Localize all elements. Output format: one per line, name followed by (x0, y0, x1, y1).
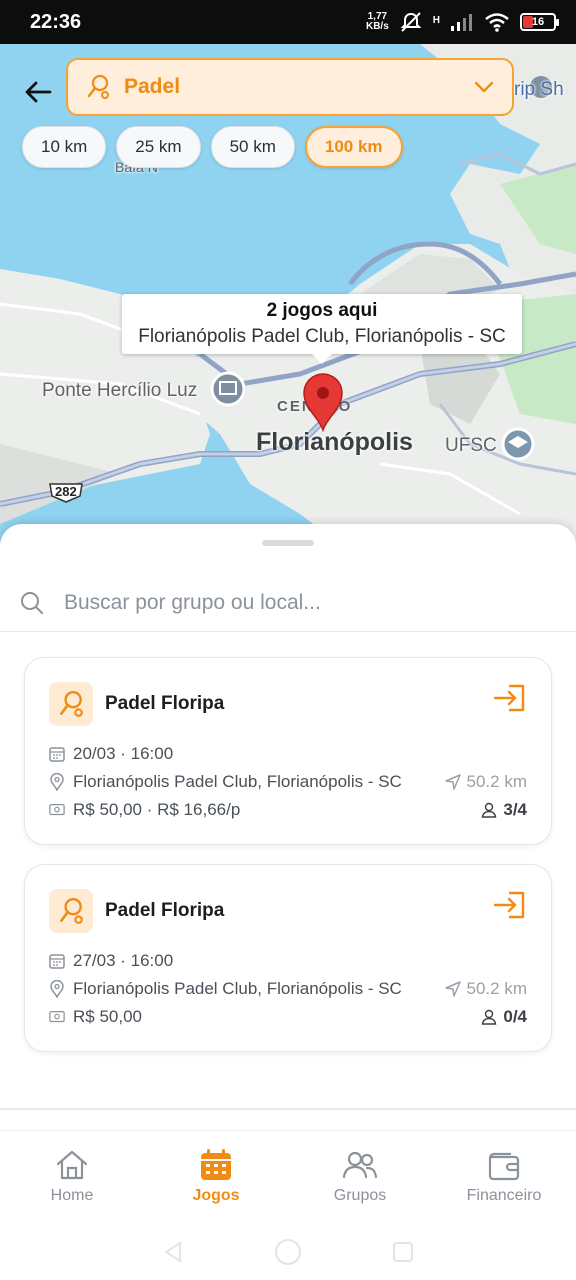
location-pin-icon (50, 773, 64, 791)
radius-chip-50km[interactable]: 50 km (210, 126, 295, 168)
system-back-icon[interactable] (162, 1241, 184, 1263)
radius-chip-25km[interactable]: 25 km (116, 126, 201, 168)
games-bottom-sheet: Buscar por grupo ou local... Padel Flori… (0, 524, 576, 1130)
game-players: 0/4 (481, 1007, 527, 1027)
user-icon (482, 802, 497, 818)
navigation-arrow-icon (444, 774, 461, 790)
calendar-icon (49, 954, 65, 969)
nav-label-jogos: Jogos (192, 1187, 240, 1204)
search-bar[interactable]: Buscar por grupo ou local... (0, 574, 576, 632)
map-label-city: Florianópolis (256, 428, 413, 456)
system-nav-bar (0, 1224, 576, 1280)
game-card[interactable]: Padel Floripa 20/03 · 16:00 Florianópoli… (24, 657, 552, 845)
game-group-name: Padel Floripa (105, 900, 225, 921)
system-home-icon[interactable] (274, 1238, 302, 1266)
info-window-title: 2 jogos aqui (266, 300, 378, 321)
money-icon (49, 804, 65, 816)
groups-icon (342, 1151, 378, 1179)
game-datetime: 27/03 · 16:00 (73, 951, 174, 970)
game-price: R$ 50,00 (73, 1007, 142, 1026)
nav-label-home: Home (50, 1187, 94, 1204)
nav-label-grupos: Grupos (333, 1187, 387, 1204)
map-label-ufsc: UFSC (445, 435, 497, 456)
divider (0, 1108, 576, 1110)
nav-item-home[interactable]: Home (0, 1131, 144, 1224)
padel-racket-icon (49, 889, 93, 933)
status-bar: 22:36 1,77 KB/s H 16 (0, 0, 576, 44)
radius-chip-100km[interactable]: 100 km (304, 126, 403, 168)
game-card[interactable]: Padel Floripa 27/03 · 16:00 Florianópoli… (24, 864, 552, 1052)
game-price: R$ 50,00 · R$ 16,66/p (73, 800, 241, 819)
location-pin-icon (50, 980, 64, 998)
wifi-icon (485, 13, 509, 32)
nav-label-financeiro: Financeiro (466, 1187, 542, 1204)
map-pin-icon[interactable] (302, 372, 344, 432)
nav-item-jogos[interactable]: Jogos (144, 1131, 288, 1224)
chevron-down-icon (474, 81, 494, 93)
battery-icon: 16 (520, 13, 559, 31)
map-info-window[interactable]: 2 jogos aqui Florianópolis Padel Club, F… (122, 294, 522, 364)
calendar-icon (49, 747, 65, 762)
sport-select-value: Padel (124, 75, 181, 98)
nav-item-financeiro[interactable]: Financeiro (432, 1131, 576, 1224)
navigation-arrow-icon (444, 981, 461, 997)
game-datetime-row: 27/03 · 16:00 (49, 951, 527, 971)
game-location: Florianópolis Padel Club, Florianópolis … (73, 979, 402, 998)
info-window-subtitle: Florianópolis Padel Club, Florianópolis … (138, 326, 506, 347)
game-players: 3/4 (481, 800, 527, 820)
wallet-icon (488, 1152, 520, 1181)
game-price-row: R$ 50,00 · R$ 16,66/p 3/4 (49, 800, 527, 820)
sport-select[interactable]: Padel (66, 58, 514, 116)
network-type: H (432, 15, 440, 26)
game-distance: 50.2 km (444, 979, 527, 999)
enter-icon[interactable] (493, 684, 527, 712)
back-button[interactable] (18, 72, 58, 112)
nav-item-grupos[interactable]: Grupos (288, 1131, 432, 1224)
search-input[interactable]: Buscar por grupo ou local... (64, 591, 321, 615)
mute-icon (400, 12, 422, 32)
radius-chip-10km[interactable]: 10 km (22, 126, 107, 168)
radius-filter: 10 km 25 km 50 km 100 km (22, 126, 403, 168)
signal-icon (451, 14, 472, 31)
game-location-row: Florianópolis Padel Club, Florianópolis … (49, 979, 527, 999)
home-icon (56, 1150, 88, 1180)
search-icon (21, 591, 43, 614)
game-datetime: 20/03 · 16:00 (73, 744, 174, 763)
game-price-row: R$ 50,00 0/4 (49, 1007, 527, 1027)
status-time: 22:36 (30, 10, 82, 33)
padel-racket-icon (49, 682, 93, 726)
map-label-top-right: rip Sh (514, 79, 564, 100)
padel-racket-icon (87, 74, 109, 99)
game-datetime-row: 20/03 · 16:00 (49, 744, 527, 764)
user-icon (482, 1009, 497, 1025)
map-label-bridge: Ponte Hercílio Luz (42, 380, 198, 401)
system-recents-icon[interactable] (392, 1241, 414, 1263)
money-icon (49, 1011, 65, 1023)
sheet-drag-handle[interactable] (262, 540, 314, 546)
bottom-nav: Home Jogos Grupos Financeiro (0, 1130, 576, 1224)
calendar-icon (201, 1149, 231, 1180)
enter-icon[interactable] (493, 891, 527, 919)
game-location-row: Florianópolis Padel Club, Florianópolis … (49, 772, 527, 792)
game-distance: 50.2 km (444, 772, 527, 792)
map-road-number: 282 (55, 484, 77, 499)
arrow-left-icon (25, 81, 52, 103)
network-speed: 1,77 KB/s (365, 11, 389, 32)
game-group-name: Padel Floripa (105, 693, 225, 714)
game-location: Florianópolis Padel Club, Florianópolis … (73, 772, 402, 791)
